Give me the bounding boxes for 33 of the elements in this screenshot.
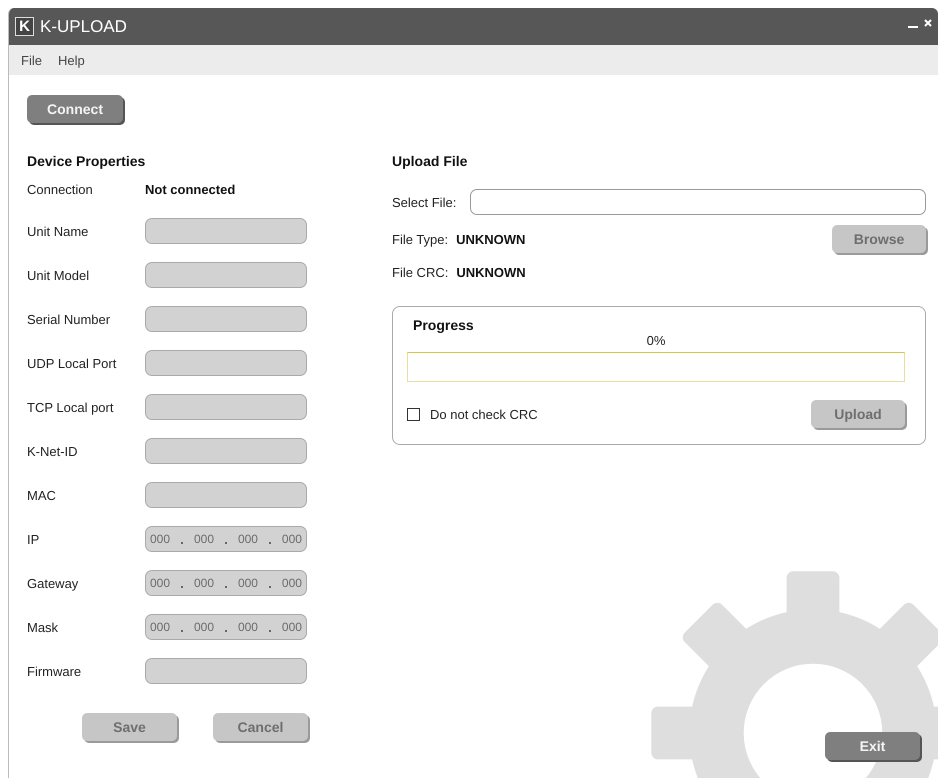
checkbox[interactable] bbox=[407, 408, 420, 420]
file-type-value: UNKNOWN bbox=[456, 232, 526, 246]
field-label: MAC bbox=[27, 488, 57, 502]
field-label: Firmware bbox=[27, 664, 82, 678]
field-label: Serial Number bbox=[27, 312, 112, 326]
field-label: TCP Local port bbox=[27, 400, 114, 414]
field-label: File Type: bbox=[392, 232, 448, 246]
field-label: Unit Model bbox=[27, 268, 90, 282]
field-label: Select File: bbox=[392, 194, 456, 210]
section-title: Upload File bbox=[392, 153, 468, 169]
field-label: IP bbox=[27, 532, 40, 546]
field-label: UDP Local Port bbox=[27, 356, 118, 370]
app-logo: K bbox=[15, 17, 34, 36]
window-title: K-UPLOAD bbox=[40, 16, 128, 36]
progress-reading: 0% bbox=[646, 333, 666, 348]
field-label: Connection bbox=[27, 182, 94, 196]
field-label: Mask bbox=[27, 620, 60, 634]
checkbox-label: Do not check CRC bbox=[430, 406, 538, 422]
connect-button[interactable]: Connect bbox=[27, 95, 123, 123]
file-crc-value: UNKNOWN bbox=[456, 265, 526, 280]
panel-title: Progress bbox=[413, 317, 475, 333]
exit-button[interactable]: Exit bbox=[825, 732, 920, 760]
field-label: Unit Name bbox=[27, 224, 90, 238]
field-label: K-Net-ID bbox=[27, 444, 79, 458]
file-path-field[interactable] bbox=[470, 189, 926, 215]
close-icon[interactable] bbox=[924, 18, 932, 26]
menu-item[interactable]: File bbox=[13, 52, 50, 68]
field-label: File CRC: bbox=[392, 265, 448, 280]
menu-item[interactable]: Help bbox=[50, 52, 93, 68]
section-title: Device Properties bbox=[27, 153, 146, 169]
field-label: Gateway bbox=[27, 576, 80, 590]
minimize-icon[interactable] bbox=[908, 24, 918, 28]
connection-status: Not connected bbox=[145, 182, 236, 196]
